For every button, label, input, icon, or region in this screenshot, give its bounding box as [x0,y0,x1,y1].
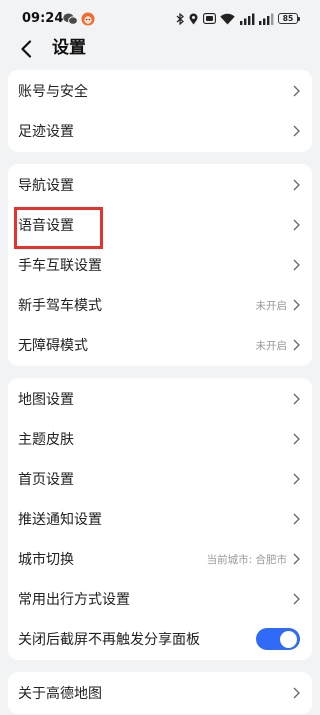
chevron-right-icon [293,179,300,191]
status-bar: 09:24 85 [0,0,320,36]
wifi-icon [220,13,235,25]
chevron-left-icon [21,40,32,58]
settings-item-city-switch[interactable]: 城市切换 当前城市: 合肥市 [8,539,312,579]
row-trailing [293,433,300,445]
row-trailing: 未开启 [256,338,301,353]
row-trailing [293,513,300,525]
battery-level: 85 [282,14,294,23]
chevron-right-icon [293,433,300,445]
settings-item-label: 账号与安全 [18,84,88,100]
row-trailing [293,125,300,137]
wechat-icon [63,13,78,25]
row-trailing: 当前城市: 合肥市 [207,552,300,567]
row-trailing [293,219,300,231]
settings-item-label: 城市切换 [18,552,74,568]
row-trailing [293,393,300,405]
settings-item-voice[interactable]: 语音设置 [8,205,312,245]
settings-item-label: 地图设置 [18,392,74,408]
settings-item-footprint[interactable]: 足迹设置 [8,111,312,151]
settings-item-travel-mode[interactable]: 常用出行方式设置 [8,579,312,619]
chevron-right-icon [293,219,300,231]
settings-item-label: 导航设置 [18,178,74,194]
chevron-right-icon [293,513,300,525]
settings-item-label: 关闭后截屏不再触发分享面板 [18,632,200,648]
app-notification-icon [81,12,95,26]
bluetooth-icon [176,13,184,25]
settings-item-about[interactable]: 关于高德地图 [8,673,312,713]
row-trailing [293,85,300,97]
settings-item-accessibility-mode[interactable]: 无障碍模式 未开启 [8,325,312,365]
page-title: 设置 [52,38,86,58]
chevron-right-icon [293,125,300,137]
settings-item-label: 主题皮肤 [18,432,74,448]
settings-item-theme-skin[interactable]: 主题皮肤 [8,419,312,459]
chevron-right-icon [293,593,300,605]
settings-group-account: 账号与安全 足迹设置 [8,70,312,152]
row-trailing [256,628,300,650]
status-time: 09:24 [22,11,64,26]
settings-item-push-notifications[interactable]: 推送通知设置 [8,499,312,539]
settings-group-general: 地图设置 主题皮肤 首页设置 推送通知设置 城市切换 当前城市: 合肥市 常用出… [8,378,312,660]
settings-item-value: 未开启 [255,299,288,312]
current-city-value: 当前城市: 合肥市 [206,553,287,566]
chevron-right-icon [293,553,300,565]
settings-item-phone-car-link[interactable]: 手车互联设置 [8,245,312,285]
settings-item-label: 推送通知设置 [18,512,102,528]
hd-icon [203,13,216,24]
settings-item-account-security[interactable]: 账号与安全 [8,71,312,111]
chevron-right-icon [293,259,300,271]
screenshot-share-toggle[interactable] [256,628,300,650]
settings-item-label: 语音设置 [18,218,74,234]
chevron-right-icon [293,393,300,405]
settings-item-label: 常用出行方式设置 [18,592,130,608]
chevron-right-icon [293,339,300,351]
settings-item-label: 新手驾车模式 [18,298,102,314]
settings-item-label: 足迹设置 [18,124,74,140]
settings-item-label: 首页设置 [18,472,74,488]
toggle-knob [280,630,297,648]
settings-item-label: 手车互联设置 [18,258,102,274]
row-trailing [293,593,300,605]
signal-icon [240,13,255,25]
settings-item-map[interactable]: 地图设置 [8,379,312,419]
header: 设置 [0,36,320,70]
battery-icon: 85 [278,13,300,24]
chevron-right-icon [293,687,300,699]
settings-item-screenshot-share-panel: 关闭后截屏不再触发分享面板 [8,619,312,659]
row-trailing [293,179,300,191]
settings-item-home-page[interactable]: 首页设置 [8,459,312,499]
chevron-right-icon [293,85,300,97]
settings-group-driving: 导航设置 语音设置 手车互联设置 新手驾车模式 未开启 无障碍模式 未开启 [8,164,312,366]
row-trailing [293,473,300,485]
settings-item-navigation[interactable]: 导航设置 [8,165,312,205]
chevron-right-icon [293,299,300,311]
settings-item-novice-driving-mode[interactable]: 新手驾车模式 未开启 [8,285,312,325]
row-trailing [293,687,300,699]
back-button[interactable] [16,39,36,59]
chevron-right-icon [293,473,300,485]
settings-group-about: 关于高德地图 [8,672,312,714]
settings-item-value: 未开启 [255,339,288,352]
row-trailing [293,259,300,271]
signal-icon [259,13,274,25]
settings-item-label: 无障碍模式 [18,338,88,354]
row-trailing: 未开启 [256,298,301,313]
settings-item-label: 关于高德地图 [18,686,102,702]
location-icon [189,13,198,25]
